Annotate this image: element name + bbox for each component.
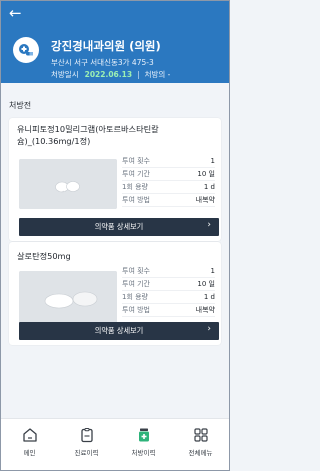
chevron-right-icon: › [207,324,211,334]
bottom-navigation: 메인 진료이력 처방이력 전체메뉴 [1,418,229,470]
nav-all-menu-label: 전체메뉴 [188,449,213,457]
drug-detail-button[interactable]: 의약품 상세보기 › [19,322,219,340]
drug-name: 유니피토정10밀리그램(아토르바스타틴칼슘)_(10.36mg/1정) [17,124,159,146]
info-row: 투여 방법 내복약 [122,304,215,317]
divider: | [137,70,140,79]
info-row: 투여 기간 10 일 [122,278,215,291]
drug-card: 유니피토정10밀리그램(아토르바스타틴칼슘)_(10.36mg/1정) 투여 횟… [9,118,221,241]
nav-treatment-history[interactable]: 진료이력 [58,419,115,470]
nav-main[interactable]: 메인 [1,419,58,470]
nav-main-label: 메인 [23,449,36,457]
info-row: 투여 횟수 1 [122,265,215,278]
drug-name: 살로탄정50mg [17,251,71,261]
prescription-date: 2022.06.13 [84,70,133,79]
pill-image [19,271,117,327]
hospital-pill-icon [13,37,39,63]
nav-prescription-history[interactable]: 처방이력 [115,419,172,470]
app-screen: ← 강진경내과의원 (의원) 부산시 서구 서대신동3가 475-3 처방일시 2… [0,0,230,471]
dosage-info: 투여 횟수 1 투여 기간 10 일 1회 용량 1 d 투여 방법 내복약 [122,155,215,207]
drug-card: 살로탄정50mg 투여 횟수 1 투여 기간 10 일 1회 용량 1 d 투여 방법… [9,242,221,345]
grid-menu-icon [193,428,208,442]
hospital-name: 강진경내과의원 (의원) [51,39,161,53]
drug-detail-label: 의약품 상세보기 [94,222,144,231]
info-row: 투여 횟수 1 [122,155,215,168]
info-row: 1회 용량 1 d [122,291,215,304]
section-title: 처방전 [9,101,32,110]
header: ← 강진경내과의원 (의원) 부산시 서구 서대신동3가 475-3 처방일시 2… [1,1,229,83]
prescription-date-label: 처방일시 [51,70,79,79]
nav-treatment-history-label: 진료이력 [74,449,99,457]
dosage-info: 투여 횟수 1 투여 기간 10 일 1회 용량 1 d 투여 방법 내복약 [122,265,215,317]
pill-image [19,159,117,209]
nav-prescription-history-label: 처방이력 [131,449,156,457]
pill-bottle-icon [138,428,149,442]
drug-detail-button[interactable]: 의약품 상세보기 › [19,218,219,236]
info-row: 투여 방법 내복약 [122,194,215,207]
chevron-right-icon: › [207,220,211,230]
info-row: 투여 기간 10 일 [122,168,215,181]
prescription-clinic-label: 처방의 - [144,70,171,79]
drug-detail-label: 의약품 상세보기 [94,326,144,335]
nav-all-menu[interactable]: 전체메뉴 [172,419,229,470]
prescription-date-row: 처방일시 2022.06.13 | 처방의 - [51,69,170,80]
clipboard-icon [80,428,93,443]
info-row: 1회 용량 1 d [122,181,215,194]
home-icon [22,428,37,442]
back-arrow-icon[interactable]: ← [9,5,27,21]
hospital-address: 부산시 서구 서대신동3가 475-3 [51,58,154,67]
